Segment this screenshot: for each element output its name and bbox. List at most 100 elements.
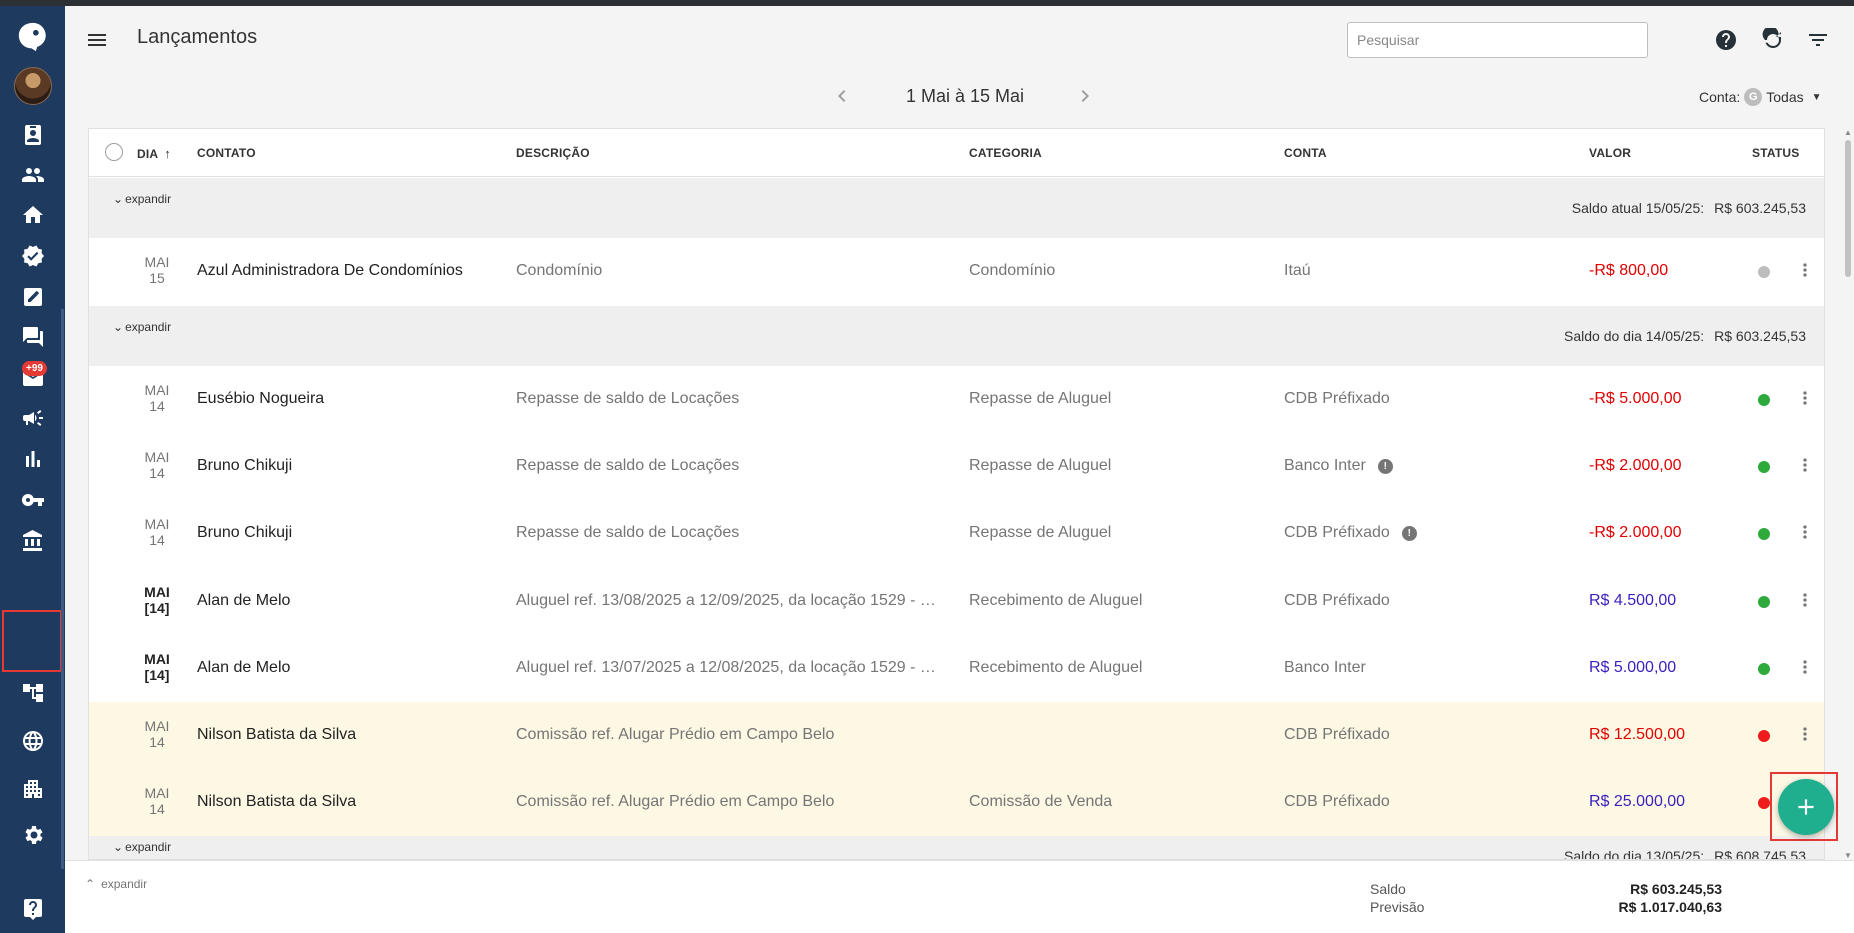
contact-card-icon [24,125,41,145]
account-filter[interactable]: Conta: G Todas ▼ [1699,88,1822,106]
app-logo-icon[interactable] [0,14,65,60]
sidebar-item-settings[interactable] [0,812,65,858]
table-row[interactable]: MAI 15 Azul Administradora De Condomínios… [89,238,1824,305]
sidebar-item-reports[interactable] [0,436,65,482]
next-period-icon[interactable] [1073,84,1097,108]
row-category: Repasse de Aluguel [969,457,1112,474]
select-all-checkbox[interactable] [105,143,123,161]
table-row[interactable]: MAI [14] Alan de Melo Aluguel ref. 13/08/… [89,568,1824,635]
table-row[interactable]: MAI 14 Eusébio Nogueira Repasse de saldo … [89,366,1824,433]
gear-icon [24,826,43,844]
row-description: Comissão ref. Alugar Prédio em Campo Bel… [516,793,835,810]
table-scrollbar[interactable]: ▲ ▼ [1842,128,1854,860]
sidebar-item-campaigns[interactable] [0,395,65,441]
status-indicator[interactable] [1758,528,1770,540]
status-indicator[interactable] [1758,730,1770,742]
row-date: MAI 14 [144,516,170,548]
row-value: -R$ 800,00 [1589,262,1669,279]
sidebar-item-verified[interactable] [0,233,65,279]
row-description: Repasse de saldo de Locações [516,524,740,541]
table-row[interactable]: MAI 14 Nilson Batista da Silva Comissão r… [89,769,1824,836]
group-header: ⌄ expandir Saldo do dia 13/05/25: R$ 608.7… [89,836,1824,859]
scroll-up-icon[interactable]: ▲ [1844,128,1852,137]
row-category: Repasse de Aluguel [969,524,1112,541]
key-icon [21,494,44,506]
more-options-icon[interactable] [1795,724,1815,748]
row-account: Itaú [1284,262,1311,279]
sort-arrow-up-icon: ↑ [164,146,171,161]
more-options-icon[interactable] [1795,455,1815,479]
group-expand-button[interactable]: ⌄ expandir [113,192,171,206]
row-date: MAI 15 [144,254,170,286]
group-balance: Saldo do dia 14/05/25: R$ 603.245,53 [1564,328,1806,344]
sidebar-item-help[interactable] [0,886,65,932]
group-header: ⌄ expandir Saldo do dia 14/05/25: R$ 603.2… [89,306,1824,366]
add-transaction-button[interactable] [1778,779,1834,835]
status-indicator[interactable] [1758,394,1770,406]
column-categoria[interactable]: CATEGORIA [969,146,1042,160]
account-filter-label: Conta: [1699,89,1741,105]
column-status[interactable]: STATUS [1752,146,1799,160]
row-account: Banco Inter [1284,659,1366,676]
menu-icon[interactable] [85,28,109,52]
sidebar-item-bank[interactable] [0,518,65,564]
sidebar-item-chat[interactable] [0,314,65,360]
megaphone-icon [22,410,43,426]
help-icon[interactable] [1714,28,1738,52]
more-options-icon[interactable] [1795,260,1815,284]
table-row[interactable]: MAI 14 Nilson Batista da Silva Comissão r… [89,702,1824,769]
table-row[interactable]: MAI 14 Bruno Chikuji Repasse de saldo de … [89,500,1824,567]
more-options-icon[interactable] [1795,590,1815,614]
row-description: Comissão ref. Alugar Prédio em Campo Bel… [516,726,835,743]
transactions-table: DIA ↑ CONTATO DESCRIÇÃO CATEGORIA CONTA V… [88,128,1825,860]
row-account: CDB Préfixado [1284,726,1390,743]
sidebar-item-home[interactable] [0,192,65,238]
sidebar: +99 [0,6,65,933]
column-dia[interactable]: DIA ↑ [137,146,171,161]
info-icon[interactable]: ! [1377,458,1393,474]
sidebar-item-web[interactable] [0,718,65,764]
column-descricao[interactable]: DESCRIÇÃO [516,146,590,160]
table-row[interactable]: MAI [14] Alan de Melo Aluguel ref. 13/07/… [89,635,1824,702]
row-contact: Azul Administradora De Condomínios [197,262,463,279]
more-options-icon[interactable] [1795,388,1815,412]
date-range[interactable]: 1 Mai à 15 Mai [906,86,1024,107]
top-header: Lançamentos [65,6,1854,72]
status-indicator[interactable] [1758,663,1770,675]
help-box-icon [23,899,42,920]
filter-icon[interactable] [1806,28,1830,52]
group-expand-button[interactable]: ⌄ expandir [113,320,171,334]
info-icon[interactable]: ! [1401,525,1417,541]
sidebar-item-buildings[interactable] [0,766,65,812]
more-options-icon[interactable] [1795,522,1815,546]
refresh-icon[interactable] [1761,26,1785,52]
table-row[interactable]: MAI 14 Bruno Chikuji Repasse de saldo de … [89,433,1824,500]
prev-period-icon[interactable] [830,84,854,108]
footer-previsao-label: Previsão [1370,899,1425,915]
edit-square-icon [23,288,42,306]
home-icon [22,206,43,223]
group-expand-button[interactable]: ⌄ expandir [113,840,171,854]
status-indicator[interactable] [1758,266,1770,278]
scrollbar-thumb[interactable] [1845,140,1851,277]
plus-icon [1798,799,1814,815]
user-avatar[interactable] [0,63,65,109]
sidebar-scrollbar[interactable] [61,309,64,869]
search-input[interactable] [1347,22,1648,58]
bank-icon [22,530,42,551]
more-options-icon[interactable] [1795,657,1815,681]
status-indicator[interactable] [1758,797,1770,809]
column-conta[interactable]: CONTA [1284,146,1327,160]
sidebar-item-structure[interactable] [0,670,65,716]
footer-expand-button[interactable]: ⌃ expandir [85,877,147,891]
group-header: ⌄ expandir Saldo atual 15/05/25: R$ 603.24… [89,178,1824,238]
sidebar-item-keys[interactable] [0,477,65,523]
status-indicator[interactable] [1758,461,1770,473]
status-indicator[interactable] [1758,596,1770,608]
row-contact: Alan de Melo [197,592,291,609]
column-contato[interactable]: CONTATO [197,146,256,160]
column-valor[interactable]: VALOR [1589,146,1631,160]
scroll-down-icon[interactable]: ▼ [1844,851,1852,860]
page-title: Lançamentos [137,26,258,48]
notification-badge: +99 [22,361,47,376]
